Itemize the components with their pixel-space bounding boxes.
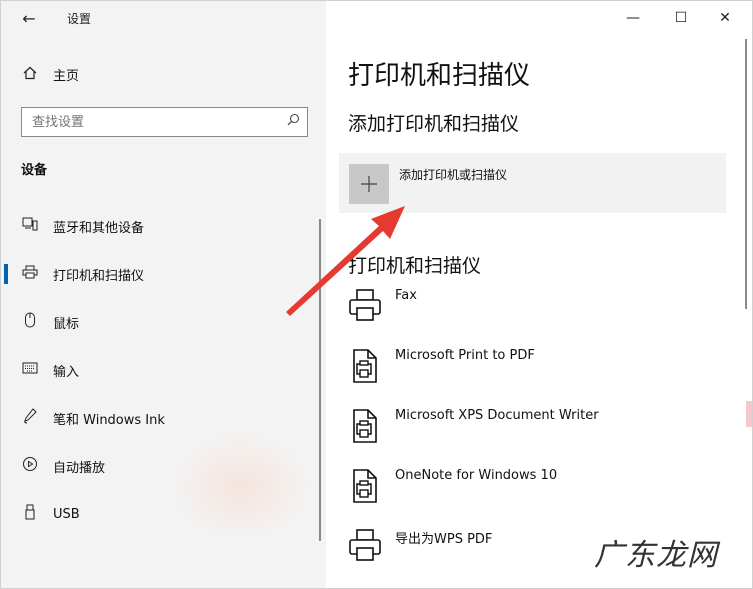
sidebar-item-typing[interactable]: 输入 (1, 350, 319, 390)
search-icon[interactable] (287, 113, 300, 130)
watermark-fragment (746, 401, 752, 427)
printer-icon (21, 265, 39, 283)
sidebar-item-label: 自动播放 (53, 460, 106, 476)
main-pane: — ☐ ✕ 打印机和扫描仪 添加打印机和扫描仪 添加打印机或扫描仪 打印机和扫描… (326, 1, 752, 588)
search-box[interactable] (21, 107, 308, 137)
printer-item-fax[interactable]: Fax (346, 288, 726, 338)
sidebar-scrollbar[interactable] (319, 219, 321, 541)
pen-icon (21, 408, 39, 428)
sidebar-item-mouse[interactable]: 鼠标 (1, 302, 319, 342)
plus-icon (349, 164, 389, 204)
close-icon: ✕ (719, 10, 731, 26)
sidebar-item-bluetooth[interactable]: 蓝牙和其他设备 (1, 206, 319, 246)
printer-name: Fax (395, 288, 417, 303)
minimize-icon: — (626, 10, 640, 26)
printer-icon (346, 288, 384, 328)
sidebar-item-label: 打印机和扫描仪 (53, 268, 145, 284)
sidebar-item-label: USB (53, 506, 80, 522)
add-printer-label: 添加打印机或扫描仪 (399, 168, 508, 182)
sidebar-item-home[interactable]: 主页 (21, 65, 79, 84)
page-title: 打印机和扫描仪 (348, 61, 531, 91)
sidebar-item-label: 输入 (53, 364, 80, 380)
settings-window: ← 设置 主页 设备 蓝牙和其他设备 打印机和扫描仪 (0, 0, 753, 589)
printers-section-title: 打印机和扫描仪 (348, 255, 482, 277)
printer-name: Microsoft Print to PDF (395, 348, 535, 363)
mouse-icon (21, 312, 39, 332)
sidebar-item-label: 鼠标 (53, 316, 80, 332)
printer-icon (346, 528, 384, 568)
title-bar: ← 设置 (1, 1, 326, 35)
section-title-devices: 设备 (21, 163, 48, 178)
sidebar-item-label: 笔和 Windows Ink (53, 412, 165, 428)
sidebar-item-printers[interactable]: 打印机和扫描仪 (1, 254, 319, 294)
file-printer-icon (346, 468, 384, 508)
usb-icon (21, 504, 39, 524)
sidebar: ← 设置 主页 设备 蓝牙和其他设备 打印机和扫描仪 (1, 1, 326, 588)
printer-name: OneNote for Windows 10 (395, 468, 558, 483)
file-printer-icon (346, 348, 384, 388)
main-scrollbar[interactable] (745, 39, 747, 309)
printer-name: 导出为WPS PDF (395, 532, 493, 547)
back-arrow-icon: ← (22, 8, 36, 28)
printer-item-onenote[interactable]: OneNote for Windows 10 (346, 468, 726, 518)
printer-item-pdf[interactable]: Microsoft Print to PDF (346, 348, 726, 398)
window-title: 设置 (67, 12, 92, 26)
watermark-text: 广东龙网 (594, 538, 718, 573)
minimize-button[interactable]: — (618, 7, 648, 29)
sidebar-item-label: 蓝牙和其他设备 (53, 220, 145, 236)
printer-name: Microsoft XPS Document Writer (395, 408, 599, 423)
printer-item-xps[interactable]: Microsoft XPS Document Writer (346, 408, 726, 458)
maximize-icon: ☐ (674, 10, 688, 26)
add-section-title: 添加打印机和扫描仪 (348, 113, 520, 135)
add-printer-button[interactable]: 添加打印机或扫描仪 (339, 153, 726, 213)
autoplay-icon (21, 456, 39, 476)
sidebar-item-pen[interactable]: 笔和 Windows Ink (1, 398, 319, 438)
home-icon (21, 66, 39, 84)
search-input[interactable] (32, 113, 272, 131)
sidebar-item-usb[interactable]: USB (1, 494, 319, 534)
keyboard-icon (21, 362, 39, 378)
maximize-button[interactable]: ☐ (666, 7, 696, 29)
bluetooth-devices-icon (21, 217, 39, 235)
file-printer-icon (346, 408, 384, 448)
home-label: 主页 (53, 69, 80, 84)
back-button[interactable]: ← (17, 7, 41, 29)
close-button[interactable]: ✕ (710, 7, 740, 29)
sidebar-item-autoplay[interactable]: 自动播放 (1, 446, 319, 486)
